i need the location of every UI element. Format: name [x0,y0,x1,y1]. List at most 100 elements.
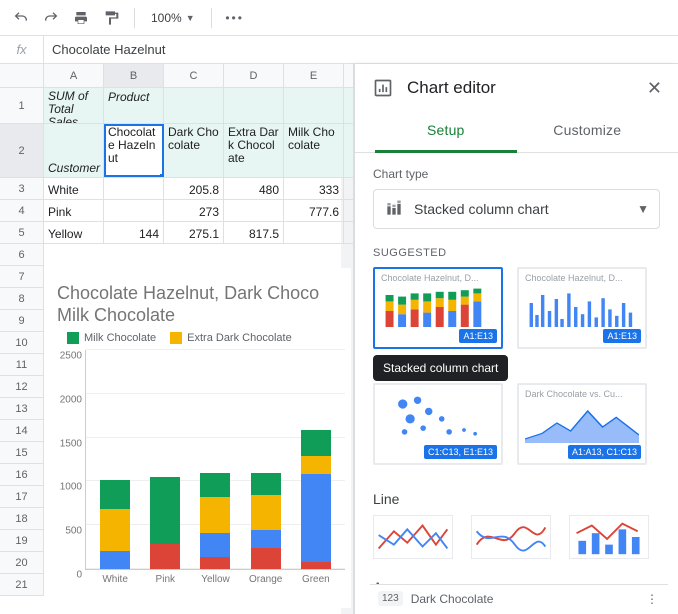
cell[interactable]: 817.5 [224,222,284,243]
thumb-preview [525,287,639,327]
tab-setup[interactable]: Setup [375,112,517,153]
toolbar: 100% ▼ ••• [0,0,678,36]
row-headers: 1 2 3 4 5 6 7 8 9 10 11 12 13 14 15 16 1… [0,88,44,596]
embedded-chart[interactable]: Chocolate Hazelnut, Dark ChocoMilk Choco… [47,268,351,608]
chart-type-select[interactable]: Stacked column chart ▼ [373,189,660,229]
undo-button[interactable] [8,5,34,31]
cell[interactable]: SUM of Total Sales [44,88,104,123]
cell[interactable] [164,88,224,123]
row-num[interactable]: 10 [0,332,43,354]
thumb-title: Dark Chocolate vs. Cu... [525,389,639,399]
cell[interactable] [224,200,284,221]
cell[interactable]: 333 [284,178,344,199]
row-num[interactable]: 2 [0,124,43,178]
row-num[interactable]: 16 [0,464,43,486]
col-E[interactable]: E [284,64,344,87]
cell[interactable]: Pink [44,200,104,221]
cell[interactable] [104,178,164,199]
row-num[interactable]: 8 [0,288,43,310]
cell[interactable]: Product [104,88,164,123]
cell[interactable]: Dark Chocolate [164,124,224,177]
more-icon[interactable]: ⋮ [646,592,660,606]
row-num[interactable]: 3 [0,178,43,200]
chart-plot-area: 05001000150020002500WhitePinkYellowOrang… [85,350,345,570]
row-num[interactable]: 13 [0,398,43,420]
chart-type-value: Stacked column chart [414,201,627,217]
col-A[interactable]: A [44,64,104,87]
zoom-value: 100% [151,11,182,25]
more-button[interactable]: ••• [222,5,248,31]
thumb-range: A1:E13 [459,329,497,343]
cell[interactable] [284,88,344,123]
suggested-chart-3[interactable]: C1:C13, E1:E13 [373,383,503,465]
cell[interactable]: Yellow [44,222,104,243]
col-C[interactable]: C [164,64,224,87]
col-D[interactable]: D [224,64,284,87]
suggested-chart-1[interactable]: Chocolate Hazelnut, D... [373,267,503,349]
cell[interactable]: 275.1 [164,222,224,243]
formula-bar: fx Chocolate Hazelnut [0,36,678,64]
redo-button[interactable] [38,5,64,31]
close-button[interactable]: ✕ [647,78,662,99]
cell[interactable]: Extra Dark Chocolate [224,124,284,177]
chevron-down-icon: ▼ [637,202,649,216]
chart-editor-icon [371,76,395,100]
cell[interactable]: 777.6 [284,200,344,221]
row-num[interactable]: 6 [0,244,43,266]
row-num[interactable]: 14 [0,420,43,442]
line-chart-option-2[interactable] [471,515,551,559]
chart-legend: Milk Chocolate Extra Dark Chocolate [67,332,351,344]
suggested-chart-4[interactable]: Dark Chocolate vs. Cu... A1:A13, C1:C13 [517,383,647,465]
cell-selected[interactable]: Chocolate Hazelnut [104,124,164,177]
row-num[interactable]: 12 [0,376,43,398]
cell[interactable]: 205.8 [164,178,224,199]
row-num[interactable]: 18 [0,508,43,530]
thumb-title: Chocolate Hazelnut, D... [525,273,639,283]
row-num[interactable]: 1 [0,88,43,124]
legend-swatch [67,332,79,344]
paint-format-button[interactable] [98,5,124,31]
select-all-corner[interactable] [0,64,44,87]
suggested-chart-2[interactable]: Chocolate Hazelnut, D... A1:E13 [517,267,647,349]
cell[interactable] [104,200,164,221]
row-num[interactable]: 19 [0,530,43,552]
line-chart-option-1[interactable] [373,515,453,559]
panel-tabs: Setup Customize [355,112,678,153]
thumb-title: Chocolate Hazelnut, D... [381,273,495,283]
selection-handle[interactable] [160,174,164,177]
col-B[interactable]: B [104,64,164,87]
chart-type-label: Chart type [373,167,660,181]
line-chart-option-3[interactable] [569,515,649,559]
thumb-preview [381,287,495,327]
row-num[interactable]: 5 [0,222,43,244]
print-button[interactable] [68,5,94,31]
zoom-select[interactable]: 100% ▼ [145,11,201,25]
thumb-preview [525,403,639,443]
tab-customize[interactable]: Customize [517,112,659,152]
row-num[interactable]: 20 [0,552,43,574]
cell[interactable] [224,88,284,123]
thumb-preview [381,391,495,443]
row-num[interactable]: 21 [0,574,43,596]
fx-icon: fx [0,36,44,63]
cell[interactable]: 273 [164,200,224,221]
series-name: Dark Chocolate [411,592,494,606]
row-num[interactable]: 15 [0,442,43,464]
thumb-range: A1:A13, C1:C13 [568,445,641,459]
chart-title: Chocolate Hazelnut, Dark ChocoMilk Choco… [57,282,351,326]
cell[interactable]: Customer [44,124,104,177]
series-chip[interactable]: 123 Dark Chocolate ⋮ [370,584,668,612]
row-num[interactable]: 4 [0,200,43,222]
legend-swatch [170,332,182,344]
cell[interactable] [284,222,344,243]
cell[interactable]: White [44,178,104,199]
row-num[interactable]: 9 [0,310,43,332]
formula-value[interactable]: Chocolate Hazelnut [44,42,165,57]
cell[interactable]: 144 [104,222,164,243]
cell[interactable]: Milk Chocolate [284,124,344,177]
chevron-down-icon: ▼ [186,13,195,23]
row-num[interactable]: 17 [0,486,43,508]
row-num[interactable]: 11 [0,354,43,376]
row-num[interactable]: 7 [0,266,43,288]
cell[interactable]: 480 [224,178,284,199]
